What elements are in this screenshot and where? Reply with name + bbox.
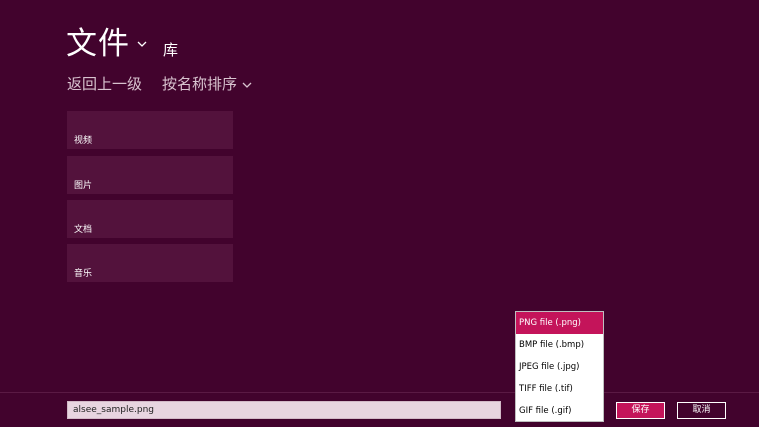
go-up-button[interactable]: 返回上一级 [67, 74, 142, 94]
page-title[interactable]: 文件 [66, 24, 130, 64]
file-save-picker: 文件 库 返回上一级 按名称排序 视频 图片 文档 音乐 alsee_sampl… [0, 0, 759, 427]
folder-label: 图片 [74, 181, 93, 191]
file-type-dropdown[interactable]: PNG file (.png) BMP file (.bmp) JPEG fil… [515, 311, 604, 422]
folder-label: 视频 [74, 136, 93, 146]
file-type-option-gif[interactable]: GIF file (.gif) [516, 400, 603, 422]
folder-tile-documents[interactable]: 文档 [67, 200, 233, 238]
save-button[interactable]: 保存 [616, 402, 665, 419]
filename-input[interactable]: alsee_sample.png [67, 401, 501, 419]
folder-label: 文档 [74, 225, 93, 235]
sort-by-name-button[interactable]: 按名称排序 [162, 74, 237, 94]
footer-divider [0, 392, 759, 393]
folder-tile-videos[interactable]: 视频 [67, 111, 233, 149]
folder-tile-pictures[interactable]: 图片 [67, 156, 233, 194]
folder-label: 音乐 [74, 269, 93, 279]
cancel-button[interactable]: 取消 [677, 402, 726, 419]
chevron-down-icon[interactable] [241, 79, 253, 91]
current-location: 库 [163, 41, 179, 59]
folder-tile-music[interactable]: 音乐 [67, 244, 233, 282]
file-type-option-tif[interactable]: TIFF file (.tif) [516, 378, 603, 400]
file-type-option-jpg[interactable]: JPEG file (.jpg) [516, 356, 603, 378]
file-type-option-bmp[interactable]: BMP file (.bmp) [516, 334, 603, 356]
chevron-down-icon[interactable] [136, 38, 148, 50]
file-type-option-png[interactable]: PNG file (.png) [516, 312, 603, 334]
